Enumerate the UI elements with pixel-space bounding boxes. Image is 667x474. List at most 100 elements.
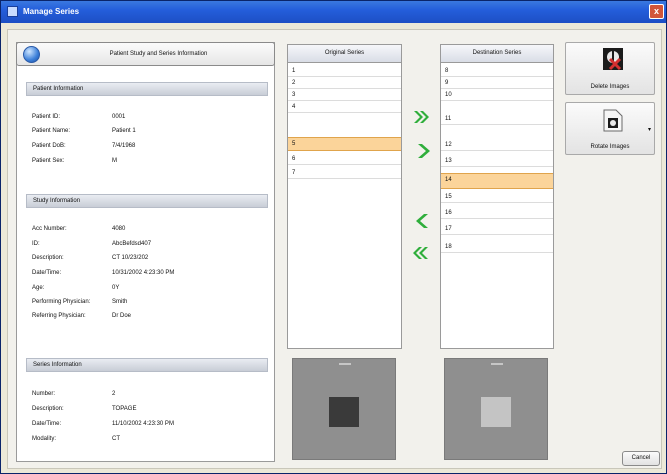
delete-images-button[interactable]: Delete Images [565, 42, 655, 95]
field-label: Number: [32, 391, 56, 397]
series-info-section: Series Information [26, 358, 268, 372]
app-icon [7, 6, 18, 17]
double-arrow-right-icon [414, 111, 429, 123]
series-info-title: Series Information [33, 362, 82, 368]
chevron-down-icon[interactable]: ▾ [648, 126, 651, 133]
destination-series-list[interactable]: Destination Series 8 9 10 11 12 13 14 15… [440, 44, 554, 349]
list-item[interactable]: 17 [441, 223, 553, 235]
field-label: Performing Physician: [32, 299, 91, 305]
light-thumbnail-image [481, 397, 511, 427]
series-description-row: Description: TOPAGE [32, 406, 268, 416]
field-value: Patient 1 [112, 128, 136, 134]
field-label: Date/Time: [32, 421, 62, 427]
performing-physician-row: Performing Physician: Smith [32, 299, 268, 309]
series-number-row: Number: 2 [32, 391, 268, 401]
list-item-selected[interactable]: 14 [441, 173, 553, 189]
field-value: M [112, 158, 117, 164]
move-right-button[interactable] [414, 142, 432, 160]
arrow-left-icon [416, 214, 428, 228]
field-value: 0001 [112, 114, 126, 120]
patient-info-header-label: Patient Study and Series Information [109, 51, 208, 57]
patient-info-title: Patient Information [33, 86, 84, 92]
patient-name-row: Patient Name: Patient 1 [32, 128, 268, 138]
list-item[interactable]: 18 [441, 241, 553, 253]
list-item[interactable]: 15 [441, 191, 553, 203]
original-series-preview [292, 358, 396, 460]
rotate-images-button[interactable]: ▾ Rotate Images [565, 102, 655, 155]
field-value: 10/31/2002 4:23:30 PM [112, 270, 175, 276]
destination-series-preview [444, 358, 548, 460]
destination-series-header[interactable]: Destination Series [441, 45, 553, 63]
age-row: Age: 0Y [32, 285, 268, 295]
field-value: Smith [112, 299, 128, 305]
patient-info-section: Patient Information [26, 82, 268, 96]
field-label: Age: [32, 285, 45, 291]
series-datetime-row: Date/Time: 11/10/2002 4:23:30 PM [32, 421, 268, 431]
field-value: TOPAGE [112, 406, 137, 412]
move-all-left-button[interactable] [412, 244, 430, 262]
field-value: CT [112, 436, 120, 442]
field-value: CT 10/23/202 [112, 255, 149, 261]
patient-id-row: Patient ID: 0001 [32, 114, 268, 124]
study-info-section: Study Information [26, 194, 268, 208]
referring-physician-row: Referring Physician: Dr Doe [32, 313, 268, 323]
preview-marker [491, 363, 503, 365]
cancel-button[interactable]: Cancel [622, 451, 660, 466]
list-item[interactable]: 16 [441, 207, 553, 219]
list-item[interactable]: 3 [288, 89, 401, 101]
field-value: 4080 [112, 226, 126, 232]
patient-dob-row: Patient DoB: 7/4/1968 [32, 143, 268, 153]
field-value: 2 [112, 391, 116, 397]
acc-number-row: Acc Number: 4080 [32, 226, 268, 236]
study-description-row: Description: CT 10/23/202 [32, 255, 268, 265]
dark-thumbnail-image [329, 397, 359, 427]
list-item[interactable]: 2 [288, 77, 401, 89]
list-item[interactable]: 13 [441, 155, 553, 167]
list-item[interactable]: 10 [441, 89, 553, 101]
field-value: AbcBefdsd407 [112, 241, 152, 247]
patient-info-header[interactable]: Patient Study and Series Information [16, 42, 275, 66]
field-label: Patient ID: [32, 114, 61, 120]
list-item[interactable]: 12 [441, 139, 553, 151]
study-info-title: Study Information [33, 198, 81, 204]
list-item[interactable]: 8 [441, 65, 553, 77]
delete-images-icon [602, 47, 623, 71]
move-left-button[interactable] [414, 212, 432, 230]
double-arrow-left-icon [413, 247, 428, 259]
original-series-list[interactable]: Original Series 1 2 3 4 5 6 7 [287, 44, 402, 349]
field-label: Description: [32, 255, 64, 261]
window-title: Manage Series [23, 7, 80, 16]
list-item[interactable]: 9 [441, 77, 553, 89]
field-label: Acc Number: [32, 226, 67, 232]
field-value: 7/4/1968 [112, 143, 136, 149]
field-label: Patient DoB: [32, 143, 66, 149]
delete-images-label: Delete Images [590, 84, 630, 90]
original-series-header[interactable]: Original Series [288, 45, 401, 63]
list-item[interactable]: 4 [288, 101, 401, 113]
field-label: Description: [32, 406, 64, 412]
field-label: Modality: [32, 436, 57, 442]
preview-marker [339, 363, 351, 365]
field-value: 11/10/2002 4:23:30 PM [112, 421, 174, 427]
list-item[interactable]: 1 [288, 65, 401, 77]
field-label: Patient Name: [32, 128, 71, 134]
patient-sex-row: Patient Sex: M [32, 158, 268, 168]
rotate-images-label: Rotate Images [590, 144, 630, 150]
field-value: 0Y [112, 285, 120, 291]
field-label: Patient Sex: [32, 158, 65, 164]
study-datetime-row: Date/Time: 10/31/2002 4:23:30 PM [32, 270, 268, 280]
field-label: Referring Physician: [32, 313, 86, 319]
study-id-row: ID: AbcBefdsd407 [32, 241, 268, 251]
list-item[interactable]: 7 [288, 167, 401, 179]
list-item[interactable]: 6 [288, 153, 401, 165]
close-button[interactable]: x [649, 4, 664, 19]
move-all-right-button[interactable] [412, 108, 430, 126]
modality-row: Modality: CT [32, 436, 268, 446]
field-value: Dr Doe [112, 313, 132, 319]
list-item[interactable]: 11 [441, 113, 553, 125]
field-label: Date/Time: [32, 270, 62, 276]
title-bar[interactable]: Manage Series x [1, 1, 666, 23]
field-label: ID: [32, 241, 40, 247]
list-item-selected[interactable]: 5 [288, 137, 401, 151]
rotate-images-icon [602, 107, 623, 132]
